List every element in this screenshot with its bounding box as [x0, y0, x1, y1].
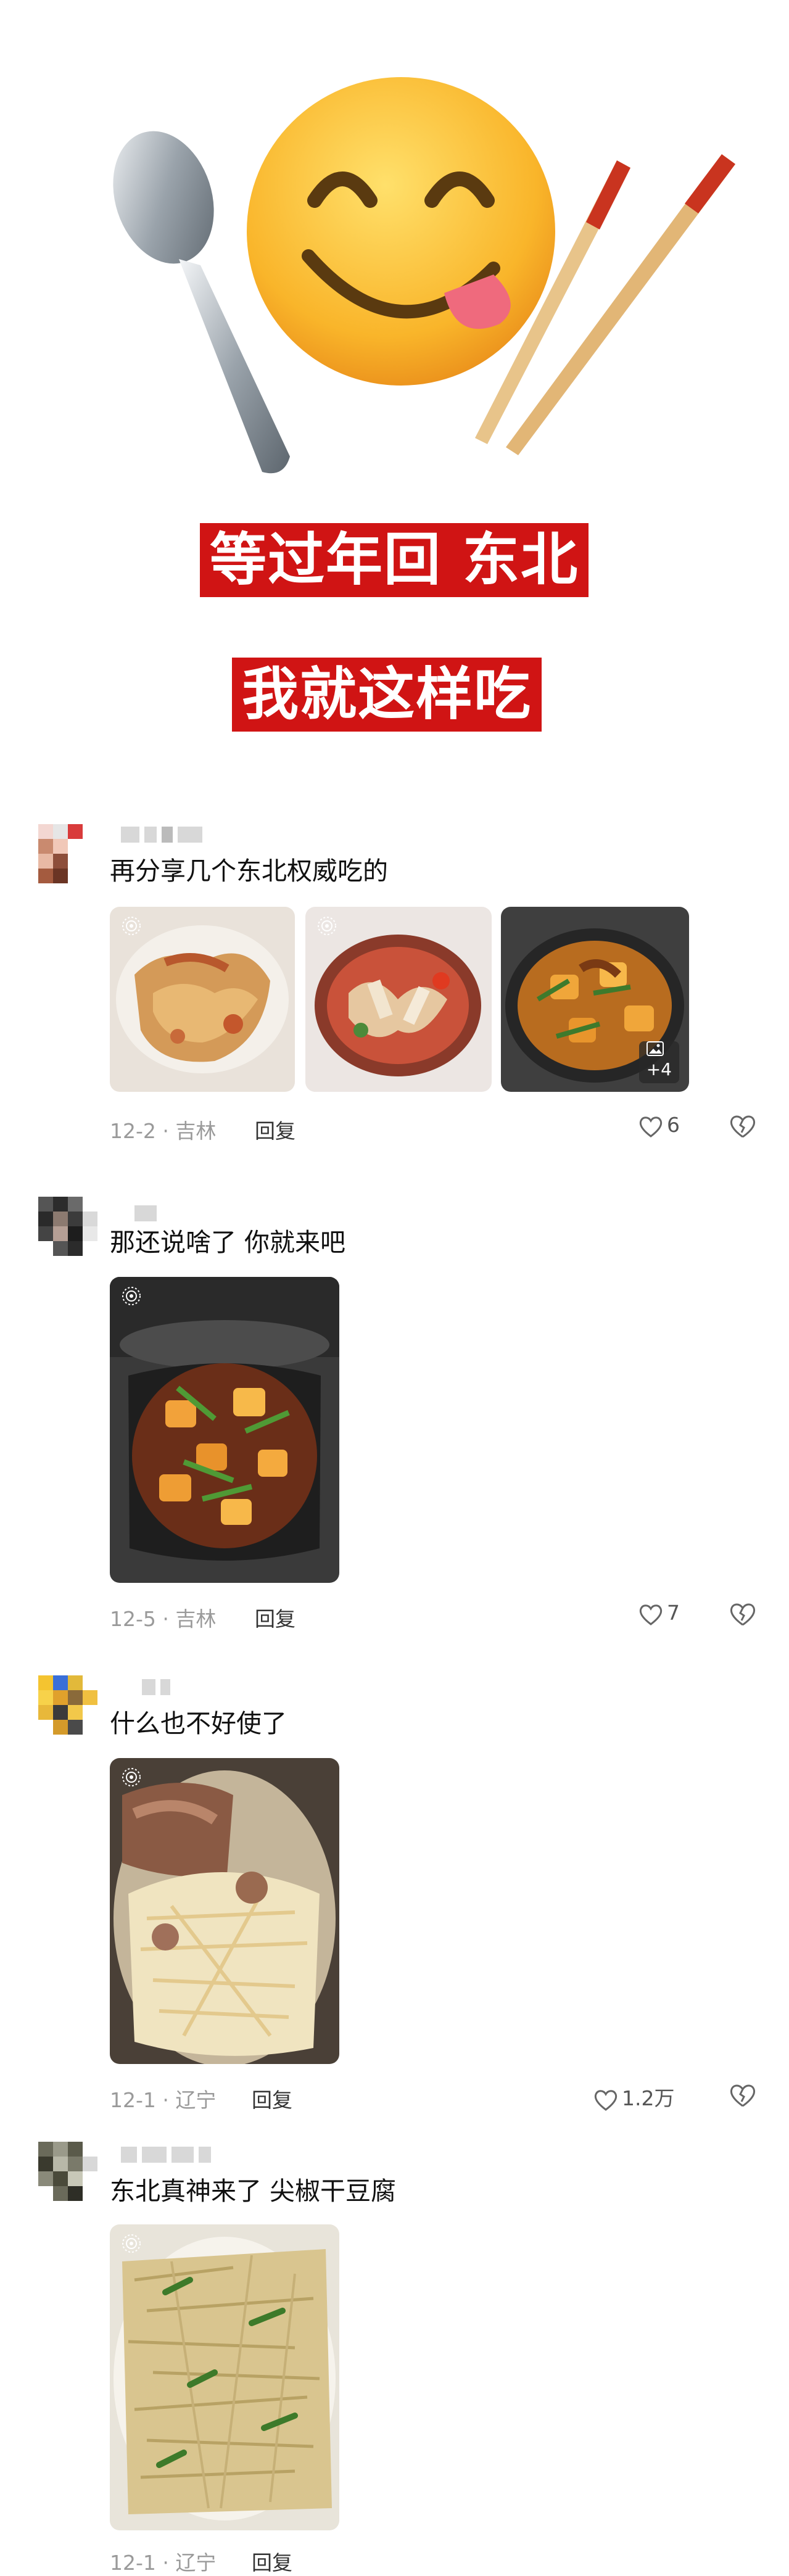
heart-icon [639, 1116, 663, 1137]
like-count: 7 [667, 1601, 680, 1625]
reply-button[interactable]: 回复 [252, 2546, 292, 2576]
live-photo-icon [122, 1287, 141, 1305]
reply-button[interactable]: 回复 [252, 2084, 292, 2113]
reply-button[interactable]: 回复 [255, 1603, 295, 1632]
headline-line-1: 等过年回 东北 [200, 523, 589, 597]
like-count: 6 [667, 1113, 680, 1137]
broken-heart-icon[interactable] [729, 1114, 756, 1139]
chopsticks-icon [475, 154, 735, 455]
headline-line-2: 我就这样吃 [232, 658, 542, 732]
comment-text: 再分享几个东北权威吃的 [110, 856, 388, 886]
like-button[interactable]: 1.2万 [593, 2082, 674, 2112]
like-count: 1.2万 [622, 2086, 675, 2110]
username[interactable] [121, 827, 207, 848]
comment-date-location: 12-2 · 吉林 [110, 1119, 217, 1143]
more-images-badge[interactable]: +4 [638, 1041, 679, 1083]
comment-text: 什么也不好使了 [110, 1709, 287, 1738]
comment-text: 东北真神来了 尖椒干豆腐 [110, 2176, 397, 2206]
like-button[interactable]: 7 [638, 1601, 680, 1625]
comment-image[interactable] [110, 1277, 339, 1583]
comment-item: 什么也不好使了 12-1 · 辽宁 回复 1.2万 [0, 1666, 789, 2122]
live-photo-icon [318, 917, 336, 935]
heart-icon [594, 2089, 618, 2111]
gallery-icon [646, 1041, 664, 1056]
live-photo-icon [122, 1768, 141, 1786]
comment-image[interactable] [110, 2224, 339, 2530]
comment-date-location: 12-5 · 吉林 [110, 1607, 217, 1631]
live-photo-icon [122, 2234, 141, 2253]
comment-date-location: 12-1 · 辽宁 [110, 2551, 217, 2575]
avatar[interactable] [38, 1197, 97, 1256]
comment-image[interactable]: +4 [501, 907, 689, 1092]
broken-heart-icon[interactable] [729, 1602, 756, 1627]
comment-image[interactable] [110, 907, 295, 1092]
username[interactable] [121, 2147, 216, 2168]
comment-item: 东北真神来了 尖椒干豆腐 12-1 · 辽宁 回复 [0, 2134, 789, 2575]
username[interactable] [134, 1205, 162, 1226]
live-photo-icon [122, 917, 141, 935]
username[interactable] [142, 1679, 175, 1700]
comment-date-location: 12-1 · 辽宁 [110, 2088, 217, 2112]
comment-image[interactable] [110, 1758, 339, 2064]
comment-item: 再分享几个东北权威吃的 +4 12-2 · 吉林 回复 6 [0, 814, 789, 1160]
hero-banner: 等过年回 东北 我就这样吃 [0, 0, 789, 753]
more-images-count: +4 [646, 1059, 672, 1080]
broken-heart-icon[interactable] [729, 2083, 756, 2108]
avatar[interactable] [38, 824, 97, 883]
avatar[interactable] [38, 2142, 97, 2201]
reply-button[interactable]: 回复 [255, 1115, 295, 1144]
heart-icon [639, 1604, 663, 1625]
comment-text: 那还说啥了 你就来吧 [110, 1228, 346, 1257]
comment-item: 那还说啥了 你就来吧 12-5 · 吉林 回复 7 [0, 1184, 789, 1641]
comment-image[interactable] [305, 907, 492, 1092]
avatar[interactable] [38, 1675, 97, 1735]
like-button[interactable]: 6 [638, 1113, 680, 1137]
